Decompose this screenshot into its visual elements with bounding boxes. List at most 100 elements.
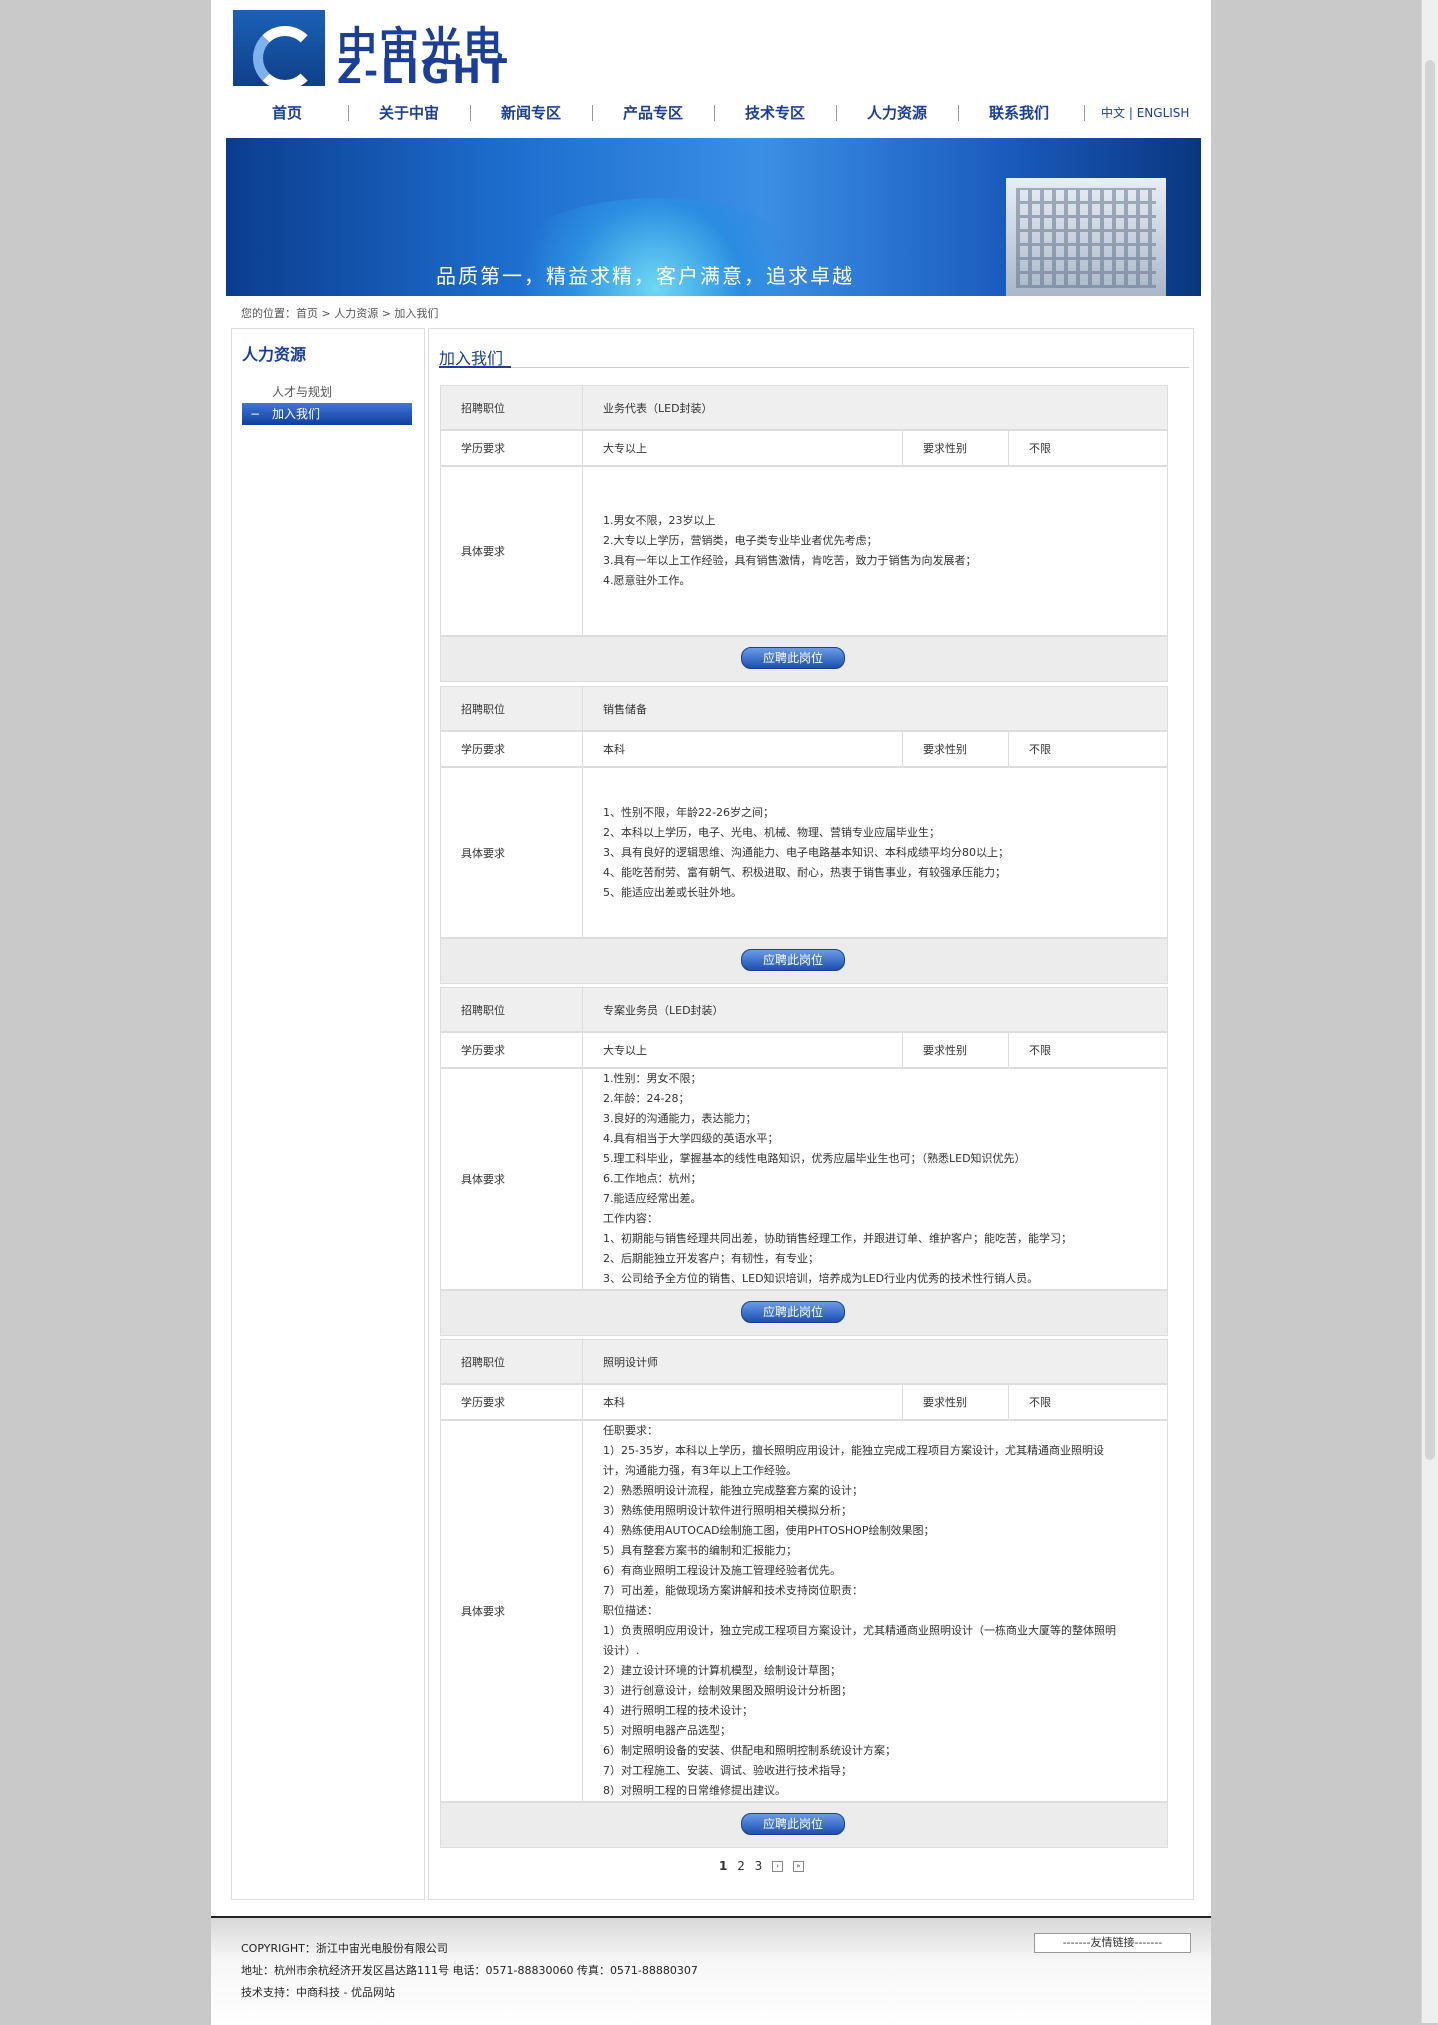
- detail-line: 2）熟悉照明设计流程，能独立完成整套方案的设计；: [603, 1484, 863, 1497]
- gender-label: 要求性别: [903, 732, 1009, 766]
- detail-line: 计，沟通能力强，有3年以上工作经验。: [603, 1464, 797, 1477]
- footer-support: 技术支持：中商科技 - 优品网站: [241, 1986, 395, 1999]
- job-position-row: 招聘职位 业务代表（LED封装）: [440, 385, 1168, 430]
- nav-item-contact[interactable]: 联系我们: [958, 102, 1080, 123]
- job-details-row: 具体要求 1.性别：男女不限； 2.年龄：24-28； 3.良好的沟通能力，表达…: [440, 1068, 1168, 1290]
- main-content: 加入我们 招聘职位 业务代表（LED封装） 学历要求 大专以上 要求性别 不限 …: [428, 328, 1194, 1900]
- main-nav: 首页 关于中宙 新闻专区 产品专区 技术专区 人力资源 联系我们: [226, 102, 1201, 128]
- friend-links-select[interactable]: -------友情链接-------: [1034, 1933, 1191, 1953]
- job-education-row: 学历要求 本科 要求性别 不限: [440, 731, 1168, 767]
- job-education-row: 学历要求 大专以上 要求性别 不限: [440, 1032, 1168, 1068]
- position-value: 专案业务员（LED封装）: [603, 1003, 724, 1017]
- job-details-row: 具体要求 1、性别不限，年龄22-26岁之间； 2、本科以上学历，电子、光电、机…: [440, 767, 1168, 938]
- detail-line: 6）有商业照明工程设计及施工管理经验者优先。: [603, 1564, 841, 1577]
- detail-line: 5）具有整套方案书的编制和汇报能力；: [603, 1544, 797, 1557]
- education-label: 学历要求: [441, 1385, 583, 1419]
- nav-item-home[interactable]: 首页: [226, 102, 348, 123]
- apply-button[interactable]: 应聘此岗位: [741, 647, 845, 669]
- detail-line: 3）熟练使用照明设计软件进行照明相关模拟分析；: [603, 1504, 852, 1517]
- page: 中宙光电 Z-LIGHT 首页 关于中宙 新闻专区 产品专区 技术专区 人力资源…: [211, 0, 1211, 2025]
- apply-button[interactable]: 应聘此岗位: [741, 949, 845, 971]
- detail-line: 4、能吃苦耐劳、富有朝气、积极进取、耐心，热衷于销售事业，有较强承压能力；: [603, 865, 1006, 879]
- education-label: 学历要求: [441, 1033, 583, 1067]
- lang-en-link[interactable]: ENGLISH: [1137, 106, 1190, 120]
- apply-button[interactable]: 应聘此岗位: [741, 1813, 845, 1835]
- gender-value: 不限: [1029, 743, 1051, 756]
- detail-line: 3.良好的沟通能力，表达能力；: [603, 1112, 757, 1125]
- detail-line: 2、后期能独立开发客户；有韧性，有专业；: [603, 1252, 819, 1265]
- nav-item-about[interactable]: 关于中宙: [348, 102, 470, 123]
- gender-label: 要求性别: [903, 1033, 1009, 1067]
- detail-line: 8）对照明工程的日常维修提出建议。: [603, 1784, 786, 1797]
- nav-item-tech[interactable]: 技术专区: [714, 102, 836, 123]
- detail-line: 7）对工程施工、安装、调试、验收进行技术指导；: [603, 1764, 852, 1777]
- job-details-row: 具体要求 1.男女不限，23岁以上 2.大专以上学历，营销类，电子类专业毕业者优…: [440, 466, 1168, 636]
- detail-line: 1）25-35岁，本科以上学历，擅长照明应用设计，能独立完成工程项目方案设计，尤…: [603, 1444, 1104, 1457]
- hero-banner: 品质第一，精益求精，客户满意，追求卓越: [226, 138, 1201, 296]
- detail-line: 1、初期能与销售经理共同出差，协助销售经理工作，并跟进订单、维护客户；能吃苦，能…: [603, 1232, 1072, 1245]
- apply-button[interactable]: 应聘此岗位: [741, 1301, 845, 1323]
- page-scrollbar[interactable]: [1421, 0, 1438, 2023]
- detail-line: 7）可出差，能做现场方案讲解和技术支持岗位职责：: [603, 1584, 863, 1597]
- logo[interactable]: 中宙光电 Z-LIGHT: [233, 10, 513, 92]
- detail-line: 1.性别：男女不限；: [603, 1072, 702, 1085]
- pagination: 1 2 3 › »: [719, 1859, 810, 1873]
- next-page-icon[interactable]: ›: [772, 1861, 784, 1872]
- job-education-row: 学历要求 大专以上 要求性别 不限: [440, 430, 1168, 466]
- language-switch: 中文 | ENGLISH: [1101, 104, 1189, 121]
- nav-item-hr[interactable]: 人力资源: [836, 102, 958, 123]
- title-divider: [439, 366, 1189, 368]
- last-page-icon[interactable]: »: [792, 1861, 804, 1872]
- detail-line: 3、公司给予全方位的销售、LED知识培训，培养成为LED行业内优秀的技术性行销人…: [603, 1272, 1039, 1285]
- job-education-row: 学历要求 本科 要求性别 不限: [440, 1384, 1168, 1420]
- detail-line: 4.愿意驻外工作。: [603, 574, 691, 587]
- sidebar-item-talent-planning[interactable]: 人才与规划: [242, 381, 412, 403]
- scrollbar-thumb[interactable]: [1425, 60, 1435, 1460]
- footer-copyright: COPYRIGHT：浙江中宙光电股份有限公司: [241, 1942, 448, 1955]
- footer: COPYRIGHT：浙江中宙光电股份有限公司 地址：杭州市余杭经济开发区昌达路1…: [211, 1916, 1211, 2025]
- logo-mark-icon: [233, 10, 325, 90]
- page-link[interactable]: 2: [737, 1859, 745, 1873]
- detail-line: 3、具有良好的逻辑思维、沟通能力、电子电路基本知识、本科成绩平均分80以上；: [603, 845, 1009, 859]
- detail-line: 4）进行照明工程的技术设计；: [603, 1704, 753, 1717]
- detail-line: 6.工作地点：杭州；: [603, 1172, 702, 1185]
- building-graphic: [1006, 178, 1166, 296]
- detail-line: 3.具有一年以上工作经验，具有销售激情，肯吃苦，致力于销售为向发展者；: [603, 554, 977, 567]
- detail-line: 1、性别不限，年龄22-26岁之间；: [603, 805, 774, 819]
- detail-line: 5）对照明电器产品选型；: [603, 1724, 731, 1737]
- education-value: 大专以上: [583, 1033, 903, 1067]
- nav-item-products[interactable]: 产品专区: [592, 102, 714, 123]
- page-link-current[interactable]: 1: [719, 1859, 727, 1873]
- position-label: 招聘职位: [441, 1340, 583, 1383]
- job-position-row: 招聘职位 销售储备: [440, 686, 1168, 731]
- details-text: 1、性别不限，年龄22-26岁之间； 2、本科以上学历，电子、光电、机械、物理、…: [583, 768, 1167, 937]
- position-label: 招聘职位: [441, 386, 583, 429]
- breadcrumb: 您的位置：首页 > 人力资源 > 加入我们: [241, 307, 439, 320]
- detail-line: 2）建立设计环境的计算机模型，绘制设计草图；: [603, 1664, 841, 1677]
- job-position-row: 招聘职位 专案业务员（LED封装）: [440, 987, 1168, 1032]
- detail-line: 2、本科以上学历，电子、光电、机械、物理、营销专业应届毕业生；: [603, 825, 940, 839]
- sidebar-item-join-us[interactable]: 加入我们: [220, 403, 412, 425]
- detail-line: 1.男女不限，23岁以上: [603, 514, 716, 527]
- apply-bar: 应聘此岗位: [440, 636, 1168, 682]
- logo-text-en: Z-LIGHT: [337, 52, 511, 92]
- detail-line: 1）负责照明应用设计，独立完成工程项目方案设计，尤其精通商业照明设计（一栋商业大…: [603, 1624, 1116, 1637]
- job-position-row: 招聘职位 照明设计师: [440, 1339, 1168, 1384]
- job-details-row: 具体要求 任职要求： 1）25-35岁，本科以上学历，擅长照明应用设计，能独立完…: [440, 1420, 1168, 1802]
- position-value: 照明设计师: [603, 1355, 658, 1369]
- detail-line: 6）制定照明设备的安装、供配电和照明控制系统设计方案；: [603, 1744, 896, 1757]
- apply-bar: 应聘此岗位: [440, 1802, 1168, 1848]
- detail-line: 2.年龄：24-28；: [603, 1092, 690, 1105]
- nav-item-news[interactable]: 新闻专区: [470, 102, 592, 123]
- details-label: 具体要求: [441, 467, 583, 635]
- gender-label: 要求性别: [903, 1385, 1009, 1419]
- detail-line: 3）进行创意设计，绘制效果图及照明设计分析图；: [603, 1684, 852, 1697]
- lang-cn-link[interactable]: 中文: [1101, 106, 1125, 120]
- page-link[interactable]: 3: [755, 1859, 763, 1873]
- apply-bar: 应聘此岗位: [440, 1290, 1168, 1336]
- position-label: 招聘职位: [441, 687, 583, 730]
- detail-line: 2.大专以上学历，营销类，电子类专业毕业者优先考虑；: [603, 534, 878, 547]
- sidebar-title: 人力资源: [242, 345, 307, 364]
- education-value: 本科: [583, 1385, 903, 1419]
- details-text: 1.男女不限，23岁以上 2.大专以上学历，营销类，电子类专业毕业者优先考虑； …: [583, 467, 1167, 635]
